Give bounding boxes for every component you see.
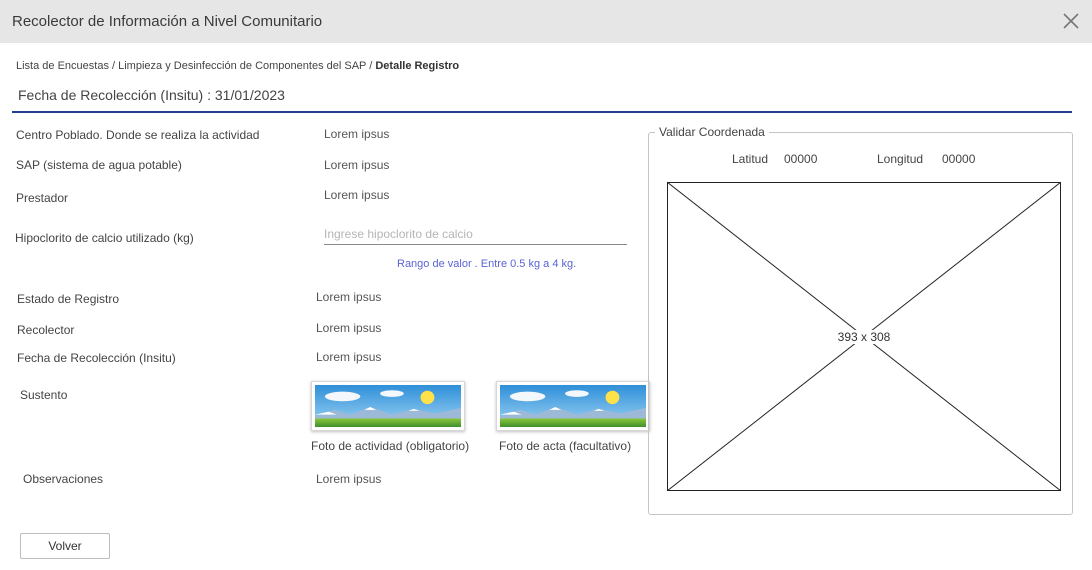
centro-poblado-value: Lorem ipsus bbox=[324, 127, 390, 141]
latitud-value: 00000 bbox=[784, 152, 818, 166]
landscape-image-icon bbox=[500, 385, 646, 427]
foto-actividad-thumbnail[interactable] bbox=[311, 381, 465, 431]
fecha-value: Lorem ipsus bbox=[316, 350, 382, 364]
prestador-label: Prestador bbox=[16, 191, 69, 205]
prestador-value: Lorem ipsus bbox=[324, 188, 390, 202]
header-divider bbox=[12, 111, 1072, 113]
longitud-label: Longitud bbox=[877, 152, 924, 166]
fecha-label: Fecha de Recolección (Insitu) bbox=[17, 351, 176, 365]
breadcrumb-separator: / bbox=[366, 60, 376, 72]
foto-actividad-caption: Foto de actividad (obligatorio) bbox=[311, 439, 470, 453]
breadcrumb-item-limpieza[interactable]: Limpieza y Desinfección de Componentes d… bbox=[118, 60, 366, 72]
sustento-label: Sustento bbox=[20, 388, 68, 402]
estado-value: Lorem ipsus bbox=[316, 290, 382, 304]
recolector-label: Recolector bbox=[17, 323, 75, 337]
estado-label: Estado de Registro bbox=[17, 292, 120, 306]
foto-acta-thumbnail[interactable] bbox=[496, 381, 650, 431]
hipoclorito-input[interactable] bbox=[324, 224, 627, 244]
longitud-value: 00000 bbox=[942, 152, 976, 166]
coordinate-panel-title: Validar Coordenada bbox=[655, 125, 769, 139]
close-icon[interactable] bbox=[1062, 12, 1080, 30]
sap-label: SAP (sistema de agua potable) bbox=[16, 158, 182, 172]
breadcrumb: Lista de Encuestas / Limpieza y Desinfec… bbox=[16, 60, 459, 72]
page-title: Fecha de Recolección (Insitu) : 31/01/20… bbox=[18, 87, 285, 103]
sap-value: Lorem ipsus bbox=[324, 158, 390, 172]
observaciones-value: Lorem ipsus bbox=[316, 472, 382, 486]
observaciones-label: Observaciones bbox=[23, 472, 104, 486]
hipoclorito-label: Hipoclorito de calcio utilizado (kg) bbox=[15, 231, 194, 245]
breadcrumb-current: Detalle Registro bbox=[375, 60, 460, 72]
map-size-label: 393 x 308 bbox=[667, 330, 1061, 344]
landscape-image-icon bbox=[315, 385, 461, 427]
latitud-label: Latitud bbox=[732, 152, 769, 166]
hipoclorito-hint: Rango de valor . Entre 0.5 kg a 4 kg. bbox=[397, 258, 577, 270]
window-title: Recolector de Información a Nivel Comuni… bbox=[12, 13, 323, 30]
breadcrumb-item-lista[interactable]: Lista de Encuestas bbox=[16, 60, 109, 72]
breadcrumb-separator: / bbox=[108, 60, 119, 72]
recolector-value: Lorem ipsus bbox=[316, 321, 382, 335]
hipoclorito-field bbox=[324, 224, 627, 245]
foto-acta-caption: Foto de acta (facultativo) bbox=[499, 439, 632, 453]
map-size-text: 393 x 308 bbox=[835, 330, 893, 344]
volver-button[interactable]: Volver bbox=[20, 533, 110, 559]
window-titlebar: Recolector de Información a Nivel Comuni… bbox=[0, 0, 1092, 43]
centro-poblado-label: Centro Poblado. Donde se realiza la acti… bbox=[16, 128, 260, 142]
